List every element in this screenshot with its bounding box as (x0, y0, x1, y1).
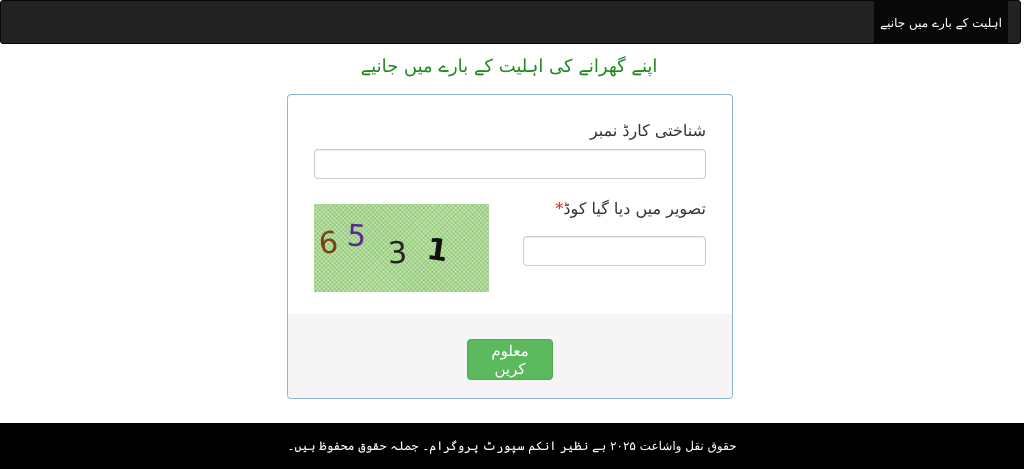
captcha-label: تصویر میں دیا گیا کوڈ* (555, 199, 706, 218)
captcha-digit: 3 (387, 235, 408, 272)
page-title: اپنے گھرانے کی اہلیت کے بارے میں جانیے (360, 56, 658, 77)
form-footer: معلوم کریں (288, 314, 732, 398)
captcha-image: 6 5 3 1 (314, 204, 489, 292)
page-footer: حقوق نقل واشاعت ۲۰۲۵ بے نظیر انکم سپورٹ … (0, 423, 1024, 469)
captcha-label-text: تصویر میں دیا گیا کوڈ (563, 199, 706, 218)
captcha-digit: 6 (317, 225, 340, 262)
top-navbar: اہلیت کے بارے میں جانیے (0, 0, 1021, 44)
captcha-digit: 5 (345, 218, 368, 255)
copyright-text: حقوق نقل واشاعت ۲۰۲۵ بے نظیر انکم سپورٹ … (287, 439, 737, 453)
eligibility-form-panel: شناختی کارڈ نمبر تصویر میں دیا گیا کوڈ* … (287, 94, 733, 399)
captcha-input[interactable] (523, 236, 706, 266)
submit-button[interactable]: معلوم کریں (467, 339, 553, 380)
nav-item-eligibility[interactable]: اہلیت کے بارے میں جانیے (874, 1, 1008, 44)
cnic-input[interactable] (314, 149, 706, 179)
captcha-digit: 1 (424, 231, 451, 270)
cnic-label: شناختی کارڈ نمبر (589, 121, 706, 140)
